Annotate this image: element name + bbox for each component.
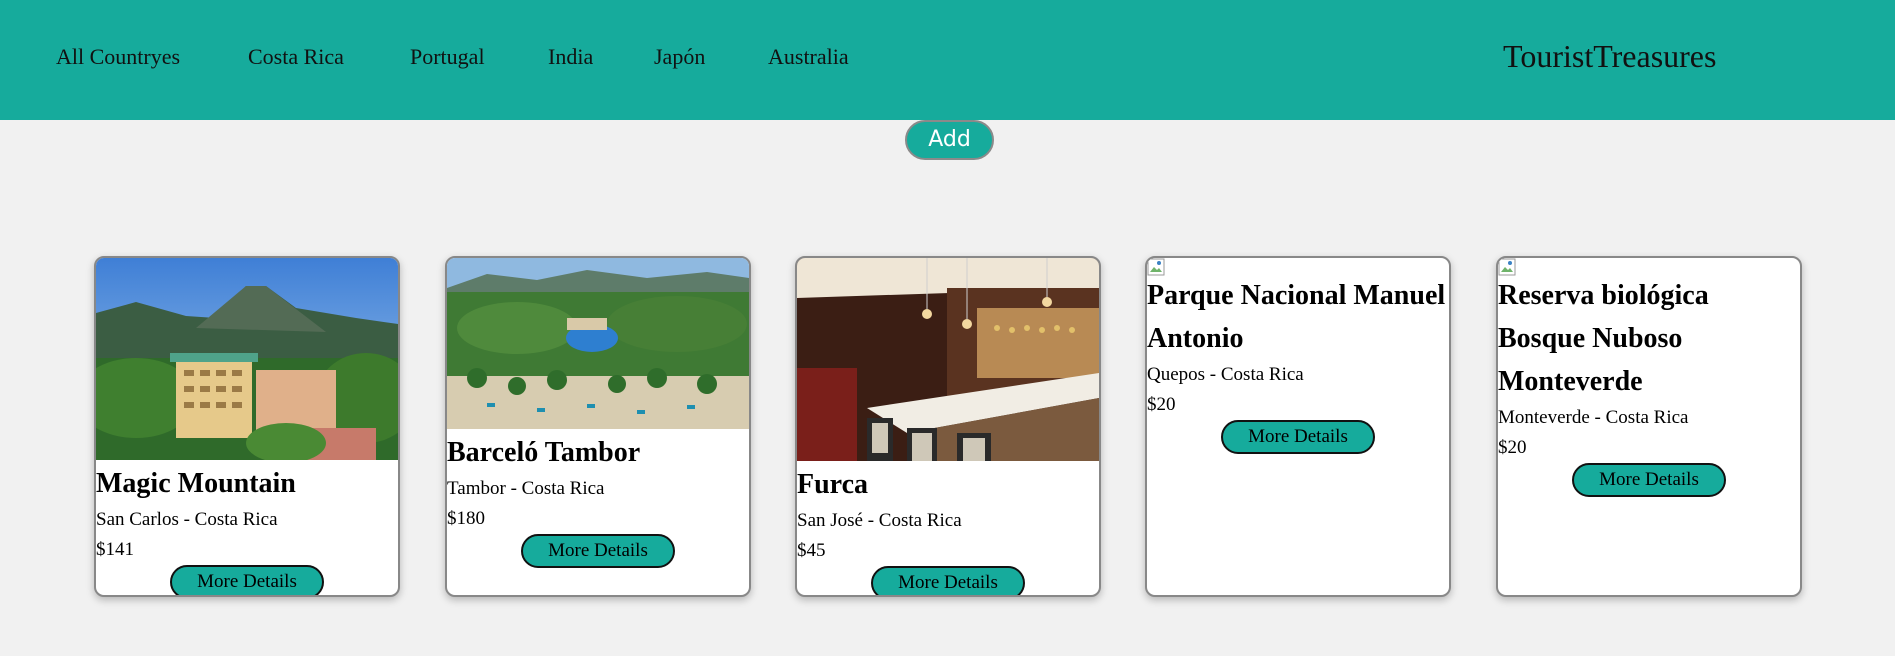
- card-location: San José - Costa Rica: [797, 510, 962, 531]
- top-navbar: All Countryes Costa Rica Portugal India …: [0, 0, 1895, 120]
- attraction-card: Furca San José - Costa Rica $45 More Det…: [795, 256, 1101, 597]
- card-location: San Carlos - Costa Rica: [96, 509, 278, 530]
- card-image: [447, 258, 749, 429]
- nav-link-portugal[interactable]: Portugal: [410, 44, 485, 70]
- nav-link-japan[interactable]: Japón: [654, 44, 705, 70]
- more-details-button[interactable]: More Details: [871, 566, 1025, 595]
- more-details-button[interactable]: More Details: [521, 534, 675, 568]
- add-button[interactable]: Add: [905, 120, 994, 160]
- card-location: Monteverde - Costa Rica: [1498, 407, 1689, 428]
- attraction-card: Magic Mountain San Carlos - Costa Rica $…: [94, 256, 400, 597]
- more-details-button[interactable]: More Details: [1572, 463, 1726, 497]
- card-location: Quepos - Costa Rica: [1147, 364, 1304, 385]
- card-title: Barceló Tambor: [447, 437, 641, 468]
- nav-link-india[interactable]: India: [548, 44, 593, 70]
- attraction-card: Parque Nacional Manuel Antonio Quepos - …: [1145, 256, 1451, 597]
- card-title: Reserva biológica Bosque Nuboso Montever…: [1498, 280, 1709, 397]
- card-price: $20: [1498, 437, 1527, 458]
- more-details-button[interactable]: More Details: [1221, 420, 1375, 454]
- nav-link-australia[interactable]: Australia: [768, 44, 849, 70]
- brand-title: TouristTreasures: [1503, 38, 1717, 74]
- attraction-card: Barceló Tambor Tambor - Costa Rica $180 …: [445, 256, 751, 597]
- card-price: $45: [797, 540, 826, 561]
- more-details-button[interactable]: More Details: [170, 565, 324, 595]
- card-image: [797, 258, 1099, 461]
- card-title: Furca: [797, 469, 869, 500]
- card-image: [96, 258, 398, 460]
- nav-link-all-countries[interactable]: All Countryes: [56, 44, 180, 70]
- nav-link-costa-rica[interactable]: Costa Rica: [248, 44, 344, 70]
- attraction-card: Reserva biológica Bosque Nuboso Montever…: [1496, 256, 1802, 597]
- card-title: Magic Mountain: [96, 468, 296, 499]
- card-price: $141: [96, 539, 134, 560]
- card-location: Tambor - Costa Rica: [447, 478, 605, 499]
- card-price: $20: [1147, 394, 1176, 415]
- card-price: $180: [447, 508, 485, 529]
- card-title: Parque Nacional Manuel Antonio: [1147, 280, 1446, 354]
